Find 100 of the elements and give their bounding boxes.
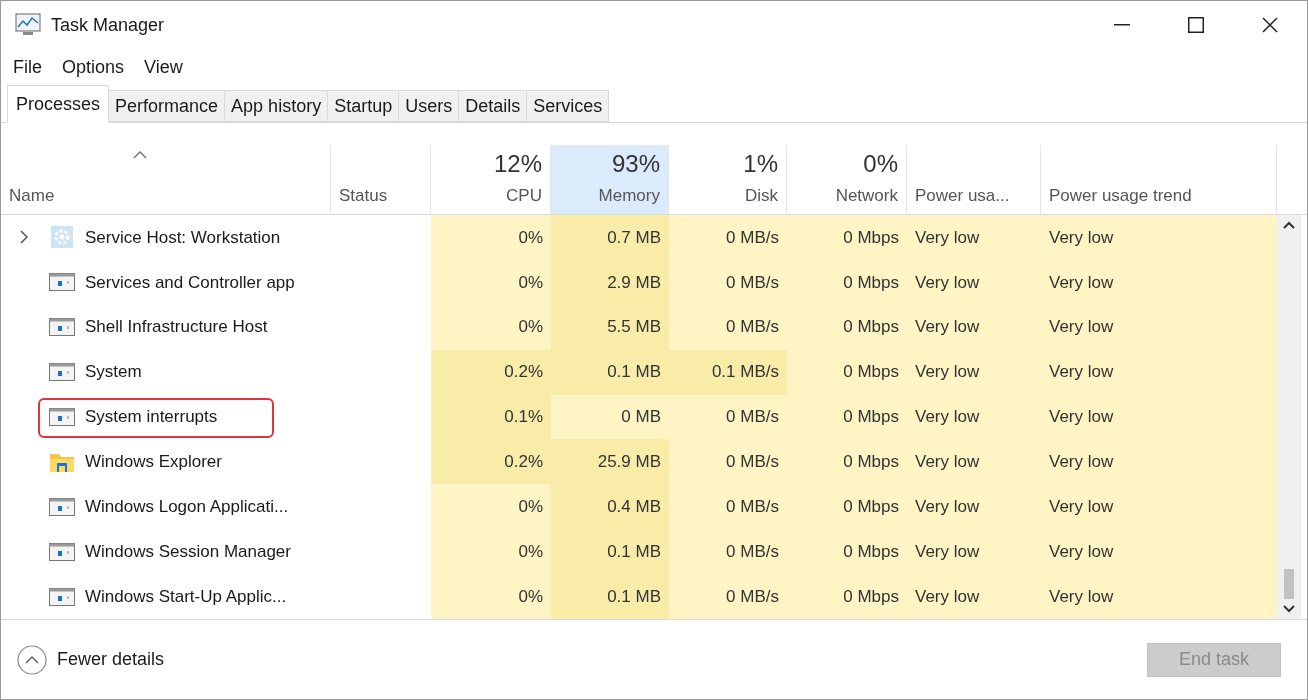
column-total: 1% xyxy=(743,148,778,179)
table-cell: Very low xyxy=(1041,439,1277,485)
table-cell: 5.5 MB xyxy=(551,304,669,350)
column-header[interactable]: 93% Memory xyxy=(551,145,669,214)
table-cell: Very low xyxy=(907,259,1041,305)
monitor-chart-icon xyxy=(15,13,41,37)
table-cell: Very low xyxy=(907,439,1041,485)
table-cell: 0% xyxy=(431,484,551,530)
app-window-icon xyxy=(49,363,75,382)
table-cell: 0.1 MB/s xyxy=(669,349,787,395)
table-cell: 0 Mbps xyxy=(787,259,907,305)
table-cell: Very low xyxy=(1041,349,1277,395)
table-cell: 0 Mbps xyxy=(787,304,907,350)
table-cell: Very low xyxy=(1041,215,1277,260)
table-cell: 0.1 MB xyxy=(551,574,669,619)
process-name: Shell Infrastructure Host xyxy=(85,316,268,339)
column-label: CPU xyxy=(506,184,542,207)
app-window-icon xyxy=(49,318,75,337)
column-label: Power usa... xyxy=(915,184,1010,207)
table-cell: Very low xyxy=(907,349,1041,395)
table-cell: Very low xyxy=(1041,484,1277,530)
scroll-up-icon[interactable] xyxy=(1283,221,1295,229)
table-cell: Very low xyxy=(1041,304,1277,350)
app-window-icon xyxy=(49,408,75,426)
tab[interactable]: Processes xyxy=(7,85,110,123)
column-label: Power usage trend xyxy=(1049,184,1192,207)
process-name: System xyxy=(85,361,142,384)
menu-item[interactable]: View xyxy=(138,53,189,81)
table-cell: Very low xyxy=(907,574,1041,619)
tab[interactable]: Users xyxy=(399,90,460,122)
column-label: Memory xyxy=(598,184,660,207)
table-cell: 0.4 MB xyxy=(551,484,669,530)
table-cell: 0 MB/s xyxy=(669,304,787,350)
table-cell: 0 Mbps xyxy=(787,574,907,619)
table-cell: Very low xyxy=(907,484,1041,530)
table-cell: 0% xyxy=(431,574,551,619)
table-cell: 0.1% xyxy=(431,394,551,440)
table-cell: 0 Mbps xyxy=(787,439,907,485)
process-name: Windows Start-Up Applic... xyxy=(85,585,287,608)
table-cell: 0 MB/s xyxy=(669,259,787,305)
tab[interactable]: Startup xyxy=(328,90,400,122)
menu-item[interactable]: Options xyxy=(56,53,131,81)
column-total: 0% xyxy=(863,148,898,179)
column-label: Name xyxy=(9,184,55,207)
tab[interactable]: App history xyxy=(225,90,329,122)
tab[interactable]: Services xyxy=(527,90,610,122)
table-cell: 0 Mbps xyxy=(787,529,907,575)
column-label: Disk xyxy=(744,184,778,207)
fewer-details-toggle[interactable]: Fewer details xyxy=(17,644,165,675)
table-cell: 0 MB/s xyxy=(669,574,787,619)
scrollbar[interactable] xyxy=(1277,215,1301,619)
app-window-icon xyxy=(49,542,75,561)
process-name: Windows Explorer xyxy=(85,451,222,474)
process-name: Services and Controller app xyxy=(85,271,295,294)
chevron-up-circle-icon xyxy=(17,644,47,675)
table-cell: 0 Mbps xyxy=(787,349,907,395)
table-cell: 0% xyxy=(431,259,551,305)
window-title: Task Manager xyxy=(51,13,165,37)
table-cell: 0 Mbps xyxy=(787,484,907,530)
table-cell: 0.1 MB xyxy=(551,349,669,395)
table-cell: 0 MB/s xyxy=(669,529,787,575)
table-cell: 0 Mbps xyxy=(787,215,907,260)
maximize-icon xyxy=(1188,17,1204,33)
process-name: System interrupts xyxy=(85,406,218,429)
column-label: Status xyxy=(339,184,388,207)
close-icon xyxy=(1262,17,1278,33)
table-cell: 0.2% xyxy=(431,349,551,395)
process-name: Service Host: Workstation xyxy=(85,226,281,249)
table-cell: Very low xyxy=(907,529,1041,575)
column-total: 93% xyxy=(611,148,660,179)
gear-icon xyxy=(50,225,74,250)
table-cell: 0 MB/s xyxy=(669,215,787,260)
app-window-icon xyxy=(49,497,75,516)
tab[interactable]: Details xyxy=(459,90,528,122)
table-cell: Very low xyxy=(1041,574,1277,619)
table-cell: 0 MB/s xyxy=(669,394,787,440)
table-cell: 0 MB xyxy=(551,394,669,440)
tab[interactable]: Performance xyxy=(109,90,226,122)
chevron-right-icon[interactable] xyxy=(20,230,28,245)
table-cell: 0.2% xyxy=(431,439,551,485)
minimize-icon xyxy=(1114,24,1130,26)
table-cell: Very low xyxy=(907,304,1041,350)
column-total: 12% xyxy=(493,148,542,179)
scroll-thumb[interactable] xyxy=(1284,569,1294,599)
table-cell: Very low xyxy=(1041,259,1277,305)
process-name: Windows Session Manager xyxy=(85,540,291,563)
table-cell: 25.9 MB xyxy=(551,439,669,485)
table-cell: Very low xyxy=(1041,529,1277,575)
column-label: Network xyxy=(835,184,898,207)
menu-item[interactable]: File xyxy=(7,53,48,81)
app-window-icon xyxy=(49,587,75,606)
table-cell: 2.9 MB xyxy=(551,259,669,305)
table-cell: 0% xyxy=(431,215,551,260)
table-cell: 0 MB/s xyxy=(669,484,787,530)
table-cell: 0 MB/s xyxy=(669,439,787,485)
table-cell: Very low xyxy=(907,394,1041,440)
table-cell: 0.1 MB xyxy=(551,529,669,575)
scroll-down-icon[interactable] xyxy=(1283,605,1295,613)
app-window-icon xyxy=(49,273,75,292)
process-name: Windows Logon Applicati... xyxy=(85,496,289,519)
